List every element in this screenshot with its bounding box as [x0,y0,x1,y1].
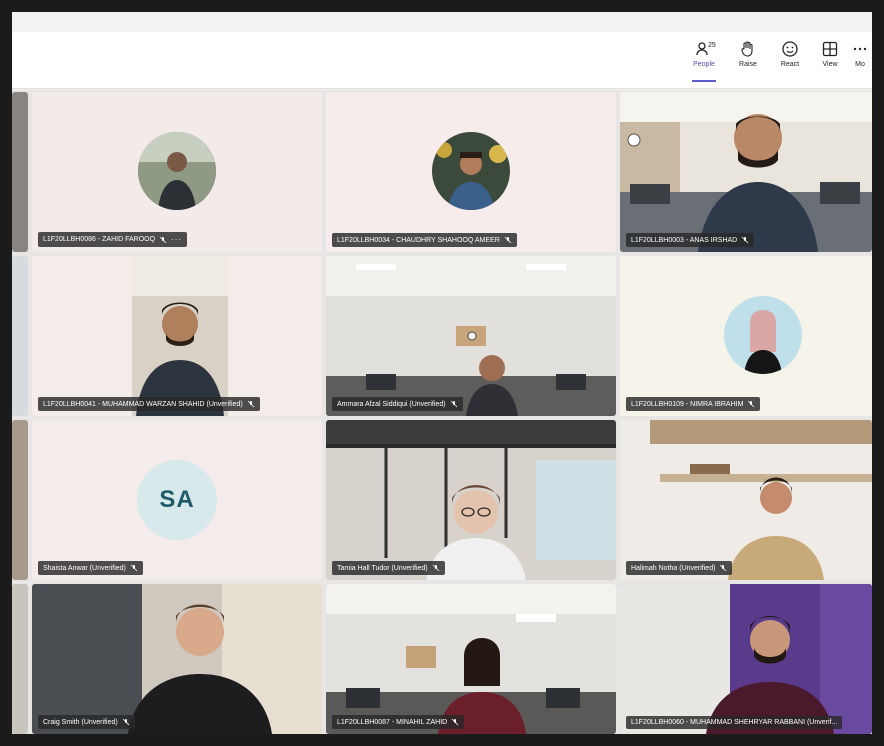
participant-avatar [724,296,802,374]
raise-label: Raise [739,61,757,68]
participant-name-tag: Shaista Anwar (Unverified) [38,561,143,575]
participant-name: L1F20LLBH0034 - CHAUDHRY SHAHOOQ AMEER [337,236,500,244]
participant-name: Ammara Afzal Siddiqui (Unverified) [337,400,446,408]
view-label: View [822,61,838,68]
meeting-window: 25 People Raise React View Mo L1F20LLBH0… [12,12,872,734]
mic-off-icon [504,236,512,244]
participant-video [620,92,872,252]
participant-name-tag: L1F20LLBH0034 - CHAUDHRY SHAHOOQ AMEER [332,233,517,247]
participant-video [326,256,616,416]
participant-grid: L1F20LLBH0086 - ZAHID FAROOQ ··· L1F20LL… [12,90,872,734]
hand-icon [741,41,753,57]
partial-tile [12,420,28,580]
participant-name-tag: L1F20LLBH0109 - NIMRA IBRAHIM [626,397,761,411]
partial-tile [12,92,28,252]
raise-hand-button[interactable]: Raise [728,38,768,84]
more-label: Mo [855,61,865,68]
participant-name-tag: Craig Smith (Unverified) [38,715,135,729]
tile-more-icon[interactable]: ··· [171,235,182,244]
mic-off-icon [432,564,440,572]
participant-name-tag: Ammara Afzal Siddiqui (Unverified) [332,397,463,411]
partial-tile [12,256,28,416]
participant-name: Tamia Hall Tudor (Unverified) [337,564,428,572]
mic-off-icon [159,236,167,244]
more-icon [853,47,867,51]
participant-video [326,584,616,734]
mic-off-icon [719,564,727,572]
participant-name: L1F20LLBH0109 - NIMRA IBRAHIM [631,400,744,408]
participant-tile[interactable]: L1F20LLBH0109 - NIMRA IBRAHIM [620,256,872,416]
people-button[interactable]: 25 People [684,38,724,84]
participant-name: Shaista Anwar (Unverified) [43,564,126,572]
participant-name-tag: Tamia Hall Tudor (Unverified) [332,561,445,575]
participant-name: L1F20LLBH0086 - ZAHID FAROOQ [43,236,156,243]
participant-name-tag: Halimah Notha (Unverified) [626,561,733,575]
meeting-toolbar: 25 People Raise React View Mo [12,32,872,89]
participant-video [132,256,228,416]
participant-name-tag: L1F20LLBH0003 - ANAS IRSHAD [626,233,755,247]
participant-tile[interactable]: Craig Smith (Unverified) [32,584,322,734]
participant-name-tag: L1F20LLBH0041 - MUHAMMAD WARZAN SHAHID (… [38,397,260,411]
participant-name: Craig Smith (Unverified) [43,718,118,726]
participant-avatar [138,132,216,210]
participant-tile[interactable]: L1F20LLBH0034 - CHAUDHRY SHAHOOQ AMEER [326,92,616,252]
mic-off-icon [450,400,458,408]
mic-off-icon [247,400,255,408]
mic-off-icon [451,718,459,726]
participant-tile[interactable]: L1F20LLBH0087 - MINAHIL ZAHID [326,584,616,734]
view-button[interactable]: View [810,38,850,84]
participant-name: L1F20LLBH0003 - ANAS IRSHAD [631,236,738,244]
people-count: 25 [708,42,716,49]
participant-video [620,420,872,580]
participant-name: L1F20LLBH0060 - MUHAMMAD SHEHRYAR RABBAN… [631,719,838,726]
participant-tile[interactable]: L1F20LLBH0041 - MUHAMMAD WARZAN SHAHID (… [32,256,322,416]
more-actions-button[interactable]: Mo [848,38,872,84]
mic-off-icon [747,400,755,408]
mic-off-icon [122,718,130,726]
react-label: React [780,61,800,68]
participant-tile[interactable]: Tamia Hall Tudor (Unverified) [326,420,616,580]
participant-tile[interactable]: L1F20LLBH0060 - MUHAMMAD SHEHRYAR RABBAN… [620,584,872,734]
participant-video [620,584,872,734]
participant-tile[interactable]: L1F20LLBH0086 - ZAHID FAROOQ ··· [32,92,322,252]
participant-video [326,420,616,580]
participant-name: L1F20LLBH0041 - MUHAMMAD WARZAN SHAHID (… [43,400,243,408]
mic-off-icon [130,564,138,572]
participant-tile[interactable]: Halimah Notha (Unverified) [620,420,872,580]
grid-view-icon [822,41,838,57]
smiley-icon [782,41,798,57]
participant-avatar [432,132,510,210]
mic-off-icon [741,236,749,244]
react-button[interactable]: React [770,38,810,84]
participant-video [32,584,322,734]
participant-tile[interactable]: Ammara Afzal Siddiqui (Unverified) [326,256,616,416]
people-label: People [693,61,715,68]
participant-name-tag: L1F20LLBH0087 - MINAHIL ZAHID [332,715,465,729]
participant-tile[interactable]: L1F20LLBH0003 - ANAS IRSHAD [620,92,872,252]
participant-name: L1F20LLBH0087 - MINAHIL ZAHID [337,718,448,726]
participant-tile[interactable]: SA Shaista Anwar (Unverified) [32,420,322,580]
participant-name-tag: L1F20LLBH0060 - MUHAMMAD SHEHRYAR RABBAN… [626,716,843,729]
participant-name-tag: L1F20LLBH0086 - ZAHID FAROOQ ··· [38,232,188,247]
participant-name: Halimah Notha (Unverified) [631,564,716,572]
participant-initials: SA [137,460,217,540]
partial-tile [12,584,28,734]
